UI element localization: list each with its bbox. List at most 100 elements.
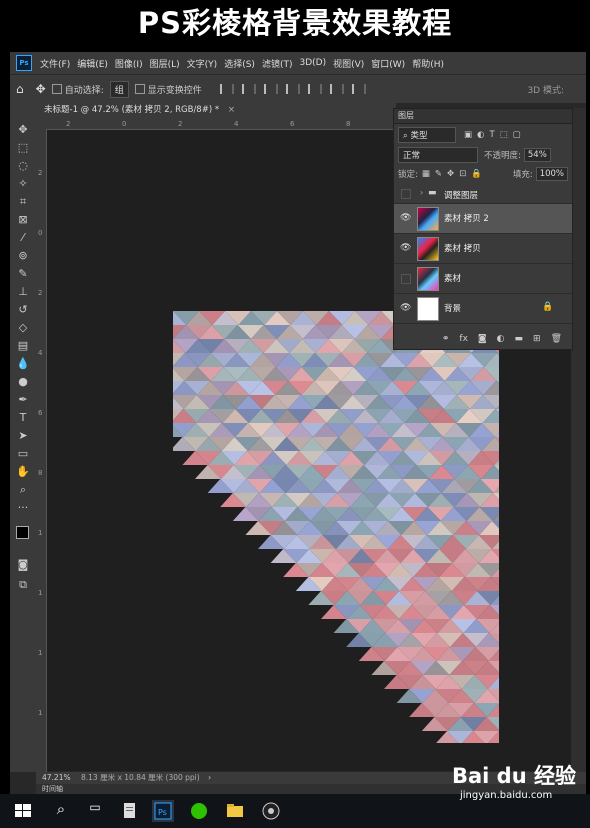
fill-input[interactable]: 100% (535, 167, 568, 181)
eyedropper-icon[interactable]: ⁄ (15, 230, 31, 246)
notepad-icon[interactable] (118, 800, 140, 822)
windows-start-icon[interactable] (12, 800, 34, 822)
auto-select-dropdown[interactable]: 组 (109, 80, 129, 98)
align-left-icon[interactable] (219, 84, 234, 94)
layer-row-adjust-group[interactable]: › ▬ 调整图层 (394, 185, 572, 204)
hand-tool-icon[interactable]: ✋ (15, 464, 31, 480)
zoom-tool-icon[interactable]: ⌕ (15, 482, 31, 498)
fill-label: 填充: (512, 170, 533, 180)
foreground-color-icon[interactable] (16, 526, 29, 539)
adjustment-icon[interactable]: ◐ (497, 334, 505, 344)
menu-3d[interactable]: 3D(D) (299, 58, 326, 68)
file-explorer-icon[interactable] (224, 800, 246, 822)
lock-icons[interactable]: ▦✎✥⊡🔒 (422, 169, 487, 179)
blur-tool-icon[interactable]: 💧 (15, 356, 31, 372)
marquee-tool-icon[interactable]: ⬚ (15, 140, 31, 156)
photoshop-taskbar-icon[interactable]: Ps (152, 800, 174, 822)
new-layer-icon[interactable]: ⊞ (533, 334, 541, 344)
baidu-watermark-url: jingyan.baidu.com (460, 790, 553, 801)
filter-dropdown[interactable]: ⌕ 类型 (398, 127, 456, 143)
healing-brush-icon[interactable]: ⊚ (15, 248, 31, 264)
move-tool-icon[interactable]: ✥ (15, 122, 31, 138)
layer-row-background[interactable]: 👁 背景 🔒 (394, 294, 572, 324)
layer-thumbnail (417, 267, 439, 291)
document-canvas[interactable] (173, 311, 499, 743)
layer-row-copy[interactable]: 👁 素材 拷贝 (394, 234, 572, 264)
menu-edit[interactable]: 编辑(E) (77, 57, 108, 70)
trash-icon[interactable]: 🗑 (551, 334, 562, 344)
auto-select-label: 自动选择: (64, 85, 104, 96)
stamp-tool-icon[interactable]: ⊥ (15, 284, 31, 300)
history-brush-icon[interactable]: ↺ (15, 302, 31, 318)
fx-icon[interactable]: fx (459, 334, 468, 344)
search-icon[interactable]: ⌕ (50, 800, 72, 822)
frame-tool-icon[interactable]: ⊠ (15, 212, 31, 228)
layer-row-source[interactable]: 素材 (394, 264, 572, 294)
ruler-tick-label: 1 (38, 529, 43, 537)
link-icon[interactable]: ⚭ (442, 334, 450, 344)
menu-layer[interactable]: 图层(L) (150, 57, 180, 70)
blend-mode-dropdown[interactable]: 正常 (398, 147, 478, 163)
lasso-tool-icon[interactable]: ◌ (15, 158, 31, 174)
magic-wand-icon[interactable]: ✧ (15, 176, 31, 192)
menu-filter[interactable]: 滤镜(T) (262, 57, 293, 70)
eye-icon[interactable]: 👁 (400, 303, 411, 313)
layer-row-copy-2[interactable]: 👁 素材 拷贝 2 (394, 204, 572, 234)
menu-window[interactable]: 窗口(W) (371, 57, 405, 70)
folder-icon[interactable]: ▬ (515, 334, 524, 344)
layers-panel: 图层 ⌕ 类型 ▣◐T⬚▢ 正常 不透明度: 54% 锁定: ▦✎✥⊡🔒 填充:… (393, 108, 573, 350)
path-select-icon[interactable]: ➤ (15, 428, 31, 444)
document-tab[interactable]: 未标题-1 @ 47.2% (素材 拷贝 2, RGB/8#) * × (36, 102, 396, 119)
menu-image[interactable]: 图像(I) (115, 57, 143, 70)
banner-title: PS彩棱格背景效果教程 (0, 0, 590, 46)
filter-icons[interactable]: ▣◐T⬚▢ (464, 130, 526, 140)
quick-mask-icon[interactable]: ◙ (15, 557, 31, 573)
layer-name: 素材 拷贝 (444, 244, 481, 254)
wechat-icon[interactable] (188, 800, 210, 822)
auto-select-checkbox[interactable] (51, 83, 65, 95)
type-tool-icon[interactable]: T (15, 410, 31, 426)
align-top-icon[interactable] (285, 84, 300, 94)
folder-icon: ▬ (428, 188, 437, 198)
gradient-tool-icon[interactable]: ▤ (15, 338, 31, 354)
dodge-tool-icon[interactable]: ● (15, 374, 31, 390)
svg-text:Ps: Ps (158, 808, 167, 817)
status-arrow-icon[interactable]: › (208, 773, 211, 782)
align-middle-icon[interactable] (307, 84, 322, 94)
ruler-tick-label: 6 (38, 409, 43, 417)
mask-icon[interactable]: ◙ (478, 334, 487, 344)
menu-select[interactable]: 选择(S) (224, 57, 255, 70)
group-expand-icon[interactable]: › (420, 188, 423, 197)
tab-close-icon[interactable]: × (228, 105, 235, 115)
opacity-input[interactable]: 54% (523, 148, 551, 162)
shape-tool-icon[interactable]: ▭ (15, 446, 31, 462)
crop-tool-icon[interactable]: ⌗ (15, 194, 31, 210)
visibility-toggle[interactable] (401, 189, 411, 199)
menu-file[interactable]: 文件(F) (40, 57, 70, 70)
ruler-tick-label: 2 (38, 289, 43, 297)
eye-icon[interactable]: 👁 (400, 213, 411, 223)
menu-type[interactable]: 文字(Y) (187, 57, 218, 70)
align-right-icon[interactable] (263, 84, 278, 94)
app-icon[interactable] (260, 800, 282, 822)
eye-icon[interactable]: 👁 (400, 243, 411, 253)
eraser-tool-icon[interactable]: ◇ (15, 320, 31, 336)
brush-tool-icon[interactable]: ✎ (15, 266, 31, 282)
zoom-level[interactable]: 47.21% (42, 773, 71, 782)
screen-mode-icon[interactable]: ⧉ (15, 577, 31, 593)
filter-type-value: 类型 (410, 131, 428, 141)
home-icon[interactable]: ⌂ (16, 82, 24, 96)
menu-help[interactable]: 帮助(H) (412, 57, 444, 70)
visibility-toggle[interactable] (401, 274, 411, 284)
pen-tool-icon[interactable]: ✒ (15, 392, 31, 408)
show-transform-checkbox[interactable] (134, 83, 148, 95)
panel-dock (571, 108, 586, 772)
more-tools-icon[interactable]: ··· (15, 500, 31, 516)
align-center-icon[interactable] (241, 84, 256, 94)
distribute-icon[interactable] (351, 84, 366, 94)
layers-panel-title[interactable]: 图层 (394, 109, 572, 124)
menu-view[interactable]: 视图(V) (333, 57, 364, 70)
align-bottom-icon[interactable] (329, 84, 344, 94)
move-tool-icon[interactable]: ✥ (36, 82, 46, 96)
task-view-icon[interactable]: ▭ (84, 800, 106, 822)
